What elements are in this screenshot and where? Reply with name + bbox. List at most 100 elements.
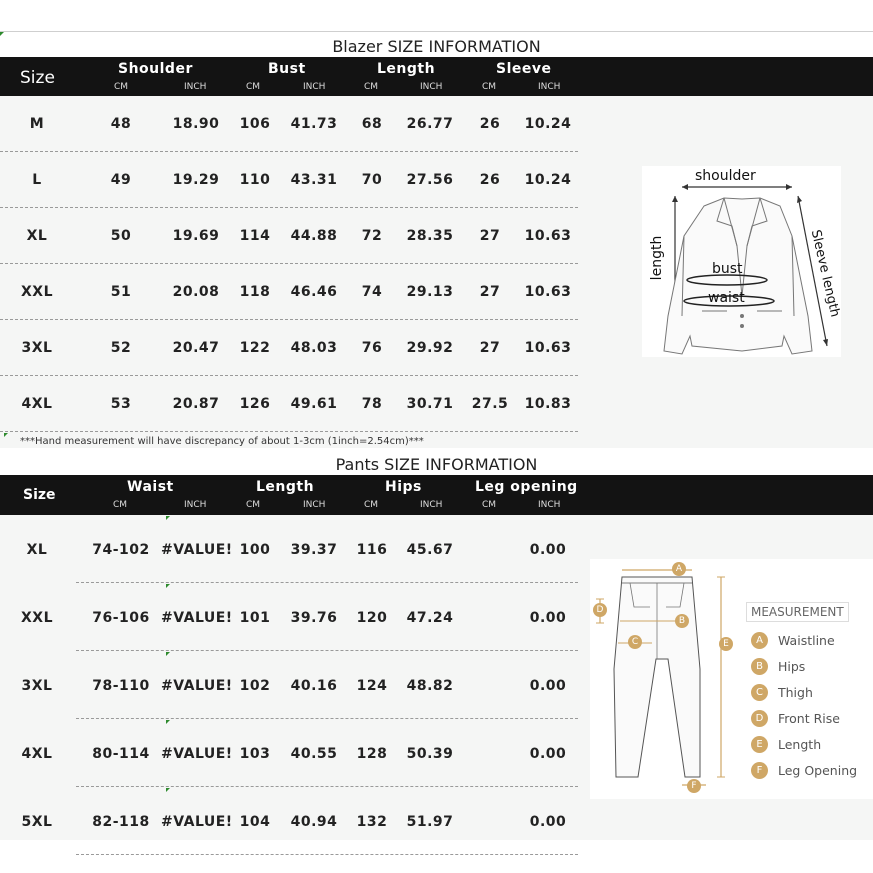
row-divider [0, 207, 578, 208]
inch-label: INCH [420, 82, 443, 92]
cm-label: CM [482, 82, 497, 92]
measurement-legend-title: MEASUREMENT [746, 602, 849, 622]
blazer-title: Blazer SIZE INFORMATION [332, 37, 541, 56]
value-cell: 50 [110, 228, 132, 244]
legend-label: Leg Opening [778, 763, 858, 778]
legend-letter-icon: C [751, 684, 768, 701]
value-cell: 53 [110, 396, 132, 412]
pants-marker-b: B [678, 616, 686, 626]
blazer-measurement-diagram: shoulder length bust waist Sleeve length [642, 166, 842, 357]
cm-label: CM [246, 82, 261, 92]
row-divider [0, 319, 578, 320]
inch-label: INCH [538, 82, 561, 92]
legend-item: E Length [751, 736, 821, 753]
pants-marker-f: F [691, 781, 697, 791]
legend-item: A Waistline [751, 632, 835, 649]
cell-mark [166, 720, 170, 724]
cm-label: CM [114, 82, 129, 92]
row-divider [76, 718, 578, 719]
value-cell: 45.67 [406, 542, 454, 558]
cm-label: CM [364, 82, 379, 92]
inch-label: INCH [184, 82, 207, 92]
cell-mark [166, 652, 170, 656]
pants-waist-header: Waist [127, 479, 174, 495]
inch-label: INCH [303, 82, 326, 92]
legend-letter-icon: F [751, 762, 768, 779]
blazer-sleeve-header: Sleeve [496, 61, 552, 77]
row-divider [76, 786, 578, 787]
shoulder-label: shoulder [695, 168, 756, 184]
value-cell: 48.82 [406, 678, 454, 694]
legend-letter-icon: E [751, 736, 768, 753]
blazer-length-header: Length [377, 61, 436, 77]
legend-item: D Front Rise [751, 710, 840, 727]
value-cell: 51 [110, 284, 132, 300]
size-cell: L [32, 172, 42, 188]
cm-label: CM [246, 500, 261, 510]
top-border [0, 31, 873, 32]
pants-measurement-diagram: A B C D E F MEASUREMENT A Waistline B Hips C… [590, 559, 873, 799]
cell-mark [166, 584, 170, 588]
cm-label: CM [482, 500, 497, 510]
length-label: length [649, 235, 665, 281]
legend-item: C Thigh [751, 684, 813, 701]
cm-label: CM [364, 500, 379, 510]
legend-item: F Leg Opening [751, 762, 857, 779]
row-divider [0, 375, 578, 376]
pants-header: Size Waist Length Hips Leg opening CM IN… [0, 475, 873, 515]
size-cell: 4XL [21, 396, 53, 412]
legend-letter-icon: D [751, 710, 768, 727]
value-cell: 10.63 [524, 228, 572, 244]
legend-item: B Hips [751, 658, 805, 675]
value-cell: 0.00 [529, 610, 567, 626]
blazer-bust-header: Bust [268, 61, 306, 77]
value-cell: 51.97 [406, 814, 454, 830]
measurement-note: ***Hand measurement will have discrepanc… [20, 436, 424, 447]
inch-label: INCH [303, 500, 326, 510]
waist-label: waist [708, 290, 745, 306]
size-cell: XXL [20, 610, 53, 626]
cell-mark [166, 516, 170, 520]
size-cell: 5XL [21, 814, 53, 830]
value-cell: 74-102 [92, 542, 150, 558]
legend-label: Thigh [778, 685, 813, 700]
legend-letter-icon: A [751, 632, 768, 649]
pants-size-header: Size [23, 487, 56, 503]
value-cell: 0.00 [529, 678, 567, 694]
inch-label: INCH [538, 500, 561, 510]
value-cell: 0.00 [529, 814, 567, 830]
size-cell: XL [26, 542, 48, 558]
value-cell: 47.24 [406, 610, 454, 626]
value-cell: 52 [110, 340, 132, 356]
pants-marker-a: A [675, 564, 683, 574]
value-cell: 0.00 [529, 746, 567, 762]
cell-mark [166, 788, 170, 792]
pants-marker-c: C [631, 637, 639, 647]
blazer-header: Size Shoulder Bust Length Sleeve CM INCH… [0, 57, 873, 96]
value-cell: 0.00 [529, 542, 567, 558]
size-cell: XL [26, 228, 48, 244]
bust-label: bust [712, 261, 743, 277]
value-cell: 78-110 [92, 678, 150, 694]
row-divider [76, 854, 578, 855]
legend-label: Waistline [778, 633, 835, 648]
pants-leg-opening-header: Leg opening [475, 479, 578, 495]
legend-label: Front Rise [778, 711, 840, 726]
size-cell: XXL [20, 284, 53, 300]
pants-length-header: Length [256, 479, 315, 495]
inch-label: INCH [420, 500, 443, 510]
size-cell: M [29, 116, 45, 132]
value-cell: 10.63 [524, 340, 572, 356]
value-cell: 50.39 [406, 746, 454, 762]
pants-title: Pants SIZE INFORMATION [335, 455, 538, 474]
value-cell: 10.24 [524, 116, 572, 132]
legend-letter-icon: B [751, 658, 768, 675]
pants-hips-header: Hips [385, 479, 422, 495]
note-mark [4, 433, 8, 437]
value-cell: 80-114 [92, 746, 150, 762]
value-cell: 49 [110, 172, 132, 188]
blazer-shoulder-header: Shoulder [118, 61, 193, 77]
pants-marker-e: E [723, 639, 729, 649]
value-cell: 76-106 [92, 610, 150, 626]
value-cell: 10.83 [524, 396, 572, 412]
